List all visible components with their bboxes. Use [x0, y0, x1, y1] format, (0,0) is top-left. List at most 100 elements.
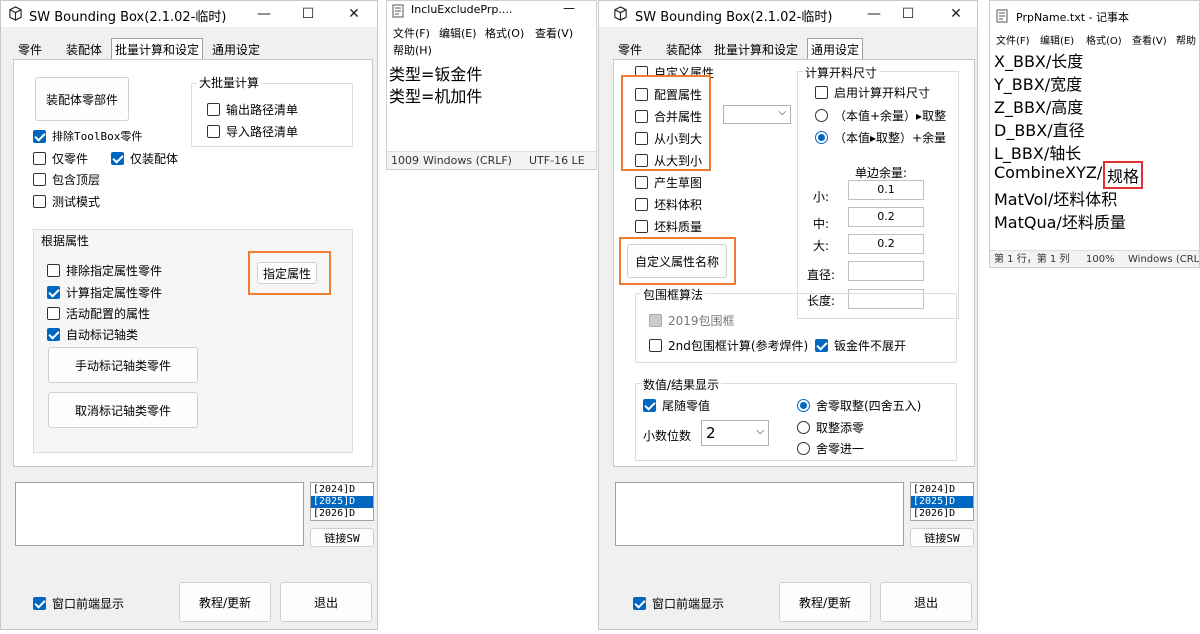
small-margin-field[interactable]: 0.1: [848, 180, 924, 200]
close-icon[interactable]: ✕: [943, 3, 969, 25]
minimize-icon[interactable]: —: [563, 1, 575, 15]
menu-format[interactable]: 格式(O): [1086, 32, 1122, 47]
menu-help[interactable]: 帮助(H): [393, 42, 432, 58]
custom-prop-name-button[interactable]: 自定义属性名称: [627, 244, 727, 278]
sketch-checkbox[interactable]: 产生草图: [635, 174, 702, 190]
checkbox-box: [815, 85, 828, 99]
property-group-label: 根据属性: [41, 234, 90, 248]
menu-edit[interactable]: 编辑(E): [439, 25, 477, 41]
merge-prop-checkbox[interactable]: 合并属性: [635, 108, 702, 124]
tab-general[interactable]: 通用设定: [807, 38, 864, 60]
decimals-dropdown[interactable]: 2 ⌵: [701, 420, 769, 446]
topmost-checkbox[interactable]: 窗口前端显示: [633, 595, 724, 611]
version-list[interactable]: [2024]D [2025]D [2026]D: [910, 482, 974, 521]
checkbox-box: [635, 175, 648, 189]
text-line: L_BBX/轴长: [994, 144, 1082, 163]
manual-mark-button[interactable]: 手动标记轴类零件: [48, 347, 198, 383]
include-top-checkbox[interactable]: 包含顶层: [33, 171, 100, 187]
minimize-icon[interactable]: —: [861, 3, 887, 25]
menu-file[interactable]: 文件(F): [996, 32, 1030, 47]
status-enc: UTF-16 LE: [529, 154, 585, 167]
log-box[interactable]: [615, 482, 904, 546]
list-item[interactable]: [2024]D: [911, 484, 973, 496]
maximize-icon[interactable]: ☐: [895, 3, 921, 25]
notepad-title: PrpName.txt - 记事本: [1016, 11, 1129, 24]
tab-bar: 零件 装配体 批量计算和设定 通用设定: [15, 38, 375, 60]
chevron-down-icon: ⌵: [756, 426, 764, 437]
auto-mark-checkbox[interactable]: 自动标记轴类: [47, 326, 138, 342]
tab-batch[interactable]: 批量计算和设定: [711, 39, 801, 59]
link-sw-button[interactable]: 链接SW: [910, 528, 974, 547]
checkbox-box: [47, 306, 60, 320]
radio-value-margin-round[interactable]: （本值+余量）▸取整: [815, 107, 946, 123]
tab-assembly[interactable]: 装配体: [663, 39, 705, 59]
status-eol: Windows (CRLF): [423, 154, 512, 167]
test-mode-checkbox[interactable]: 测试模式: [33, 193, 100, 209]
highlighted-text: 规格: [1103, 161, 1144, 189]
only-assembly-checkbox[interactable]: 仅装配体: [111, 150, 178, 166]
radio-round-up[interactable]: 舍零进一: [797, 440, 864, 456]
link-sw-button[interactable]: 链接SW: [310, 528, 374, 547]
exclude-prop-checkbox[interactable]: 排除指定属性零件: [47, 262, 162, 278]
output-path-checkbox[interactable]: 输出路径清单: [207, 101, 298, 117]
text-line: D_BBX/直径: [994, 121, 1085, 140]
list-item[interactable]: [2026]D: [311, 508, 373, 520]
specify-prop-button[interactable]: 指定属性: [257, 262, 317, 284]
bounding-box-window-general: SW Bounding Box(2.1.02-临时) — ☐ ✕ 零件 装配体 …: [598, 0, 978, 630]
tutorial-button[interactable]: 教程/更新: [179, 582, 271, 622]
minimize-icon[interactable]: —: [251, 3, 277, 25]
tab-part[interactable]: 零件: [615, 39, 645, 59]
list-item-selected[interactable]: [2025]D: [311, 496, 373, 508]
list-item[interactable]: [2026]D: [911, 508, 973, 520]
enable-size-checkbox[interactable]: 启用计算开料尺寸: [815, 84, 930, 100]
list-item[interactable]: [2024]D: [311, 484, 373, 496]
exclude-toolbox-checkbox[interactable]: 排除ToolBox零件: [33, 128, 142, 144]
config-prop-checkbox[interactable]: 配置属性: [635, 86, 702, 102]
log-box[interactable]: [15, 482, 304, 546]
assembly-parts-button[interactable]: 装配体零部件: [35, 77, 129, 121]
large-margin-field[interactable]: 0.2: [848, 234, 924, 254]
radio-round-pad[interactable]: 取整添零: [797, 419, 864, 435]
prop-dropdown[interactable]: ⌵: [723, 105, 791, 124]
title-bar: SW Bounding Box(2.1.02-临时) — ☐ ✕: [599, 1, 977, 27]
cancel-mark-button[interactable]: 取消标记轴类零件: [48, 392, 198, 428]
import-path-checkbox[interactable]: 导入路径清单: [207, 123, 298, 139]
tutorial-button[interactable]: 教程/更新: [779, 582, 871, 622]
menu-edit[interactable]: 编辑(E): [1040, 32, 1074, 47]
menu-help[interactable]: 帮助: [1176, 32, 1196, 47]
blank-volume-checkbox[interactable]: 坯料体积: [635, 196, 702, 212]
checkbox-box-checked: [47, 285, 60, 299]
tab-batch[interactable]: 批量计算和设定: [111, 38, 204, 60]
no-unfold-checkbox[interactable]: 钣金件不展开: [815, 337, 906, 353]
status-eol: Windows (CRL: [1128, 254, 1200, 265]
large-to-small-checkbox[interactable]: 从大到小: [635, 152, 702, 168]
bbox-2nd-checkbox[interactable]: 2nd包围框计算(参考焊件): [649, 337, 808, 353]
exit-button[interactable]: 退出: [280, 582, 372, 622]
radio-value-round-margin[interactable]: （本值▸取整）+余量: [815, 129, 946, 145]
radio-dot-selected: [815, 130, 828, 144]
calc-prop-checkbox[interactable]: 计算指定属性零件: [47, 284, 162, 300]
radio-round-half[interactable]: 舍零取整(四舍五入): [797, 397, 921, 413]
trailing-zero-checkbox[interactable]: 尾随零值: [643, 397, 710, 413]
topmost-checkbox[interactable]: 窗口前端显示: [33, 595, 124, 611]
exit-button[interactable]: 退出: [880, 582, 972, 622]
menu-file[interactable]: 文件(F): [393, 25, 430, 41]
version-list[interactable]: [2024]D [2025]D [2026]D: [310, 482, 374, 521]
tab-assembly[interactable]: 装配体: [63, 39, 105, 59]
list-item-selected[interactable]: [2025]D: [911, 496, 973, 508]
only-parts-checkbox[interactable]: 仅零件: [33, 150, 88, 166]
mid-margin-field[interactable]: 0.2: [848, 207, 924, 227]
menu-view[interactable]: 查看(V): [535, 25, 573, 41]
close-icon[interactable]: ✕: [341, 3, 367, 25]
bbox-group-label: 包围框算法: [641, 286, 706, 303]
diameter-field[interactable]: [848, 261, 924, 281]
maximize-icon[interactable]: ☐: [295, 3, 321, 25]
active-config-checkbox[interactable]: 活动配置的属性: [47, 305, 150, 321]
tab-part[interactable]: 零件: [15, 39, 45, 59]
menu-format[interactable]: 格式(O): [485, 25, 524, 41]
blank-mass-checkbox[interactable]: 坯料质量: [635, 218, 702, 234]
tab-general[interactable]: 通用设定: [209, 39, 263, 59]
menu-view[interactable]: 查看(V): [1132, 32, 1167, 47]
small-to-large-checkbox[interactable]: 从小到大: [635, 130, 702, 146]
text-line: 类型=机加件: [389, 87, 483, 106]
